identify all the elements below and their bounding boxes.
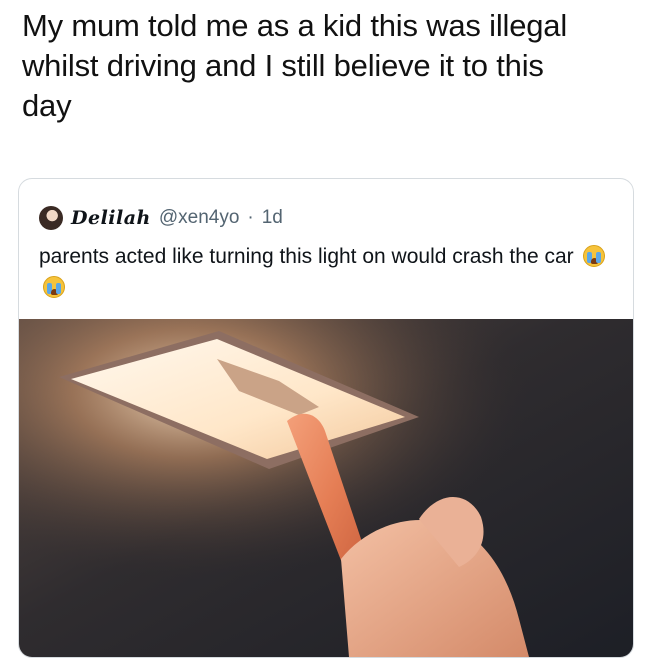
tweet-header: Delilah @xen4yo · 1d bbox=[39, 205, 283, 231]
loudly-crying-face-icon bbox=[43, 276, 65, 298]
post-caption: My mum told me as a kid this was illegal… bbox=[22, 6, 637, 126]
display-name[interactable]: Delilah bbox=[71, 207, 151, 229]
caption-line: My mum told me as a kid this was illegal bbox=[22, 8, 568, 43]
loudly-crying-face-icon bbox=[583, 245, 606, 267]
quoted-tweet-card[interactable]: Delilah @xen4yo · 1d parents acted like … bbox=[18, 178, 634, 658]
avatar[interactable] bbox=[39, 206, 63, 230]
caption-line: whilst driving and I still believe it to… bbox=[22, 48, 544, 83]
separator: · bbox=[247, 207, 254, 228]
user-handle[interactable]: @xen4yo bbox=[159, 207, 240, 229]
caption-line: day bbox=[22, 88, 72, 123]
tweet-text: parents acted like turning this light on… bbox=[39, 241, 619, 303]
tweet-body: parents acted like turning this light on… bbox=[39, 245, 574, 268]
car-dome-light-photo[interactable] bbox=[19, 319, 633, 657]
tweet-age[interactable]: 1d bbox=[262, 207, 283, 229]
